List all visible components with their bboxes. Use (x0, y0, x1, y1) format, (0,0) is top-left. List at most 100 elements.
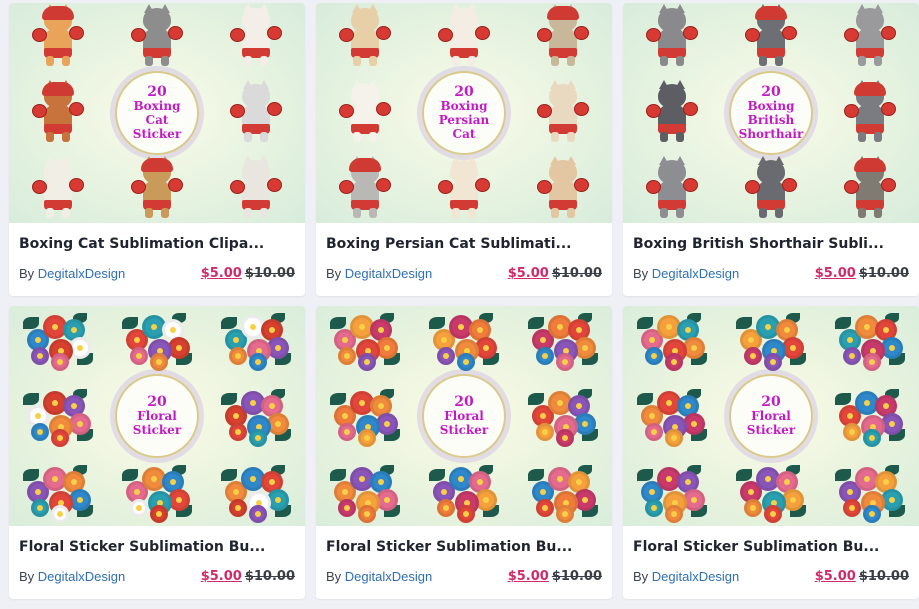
badge-text: 20 (147, 84, 167, 100)
product-title[interactable]: Floral Sticker Sublimation Bu... (326, 537, 602, 557)
boxing-cat-sticker (30, 80, 86, 144)
boxing-cat-sticker (228, 156, 284, 220)
floral-bouquet-sticker (328, 309, 402, 371)
boxing-cat-sticker (337, 80, 393, 144)
seller-line: By DegitalxDesign (633, 266, 739, 281)
product-card[interactable]: 20 Boxing British Shorthair Boxing British S… (623, 3, 919, 296)
badge-text: Cat (145, 113, 169, 127)
original-price: $10.00 (551, 569, 602, 584)
badge-text: Persian (438, 113, 490, 127)
seller-line: By DegitalxDesign (326, 569, 432, 584)
floral-bouquet-sticker (833, 385, 907, 447)
floral-bouquet-sticker (219, 461, 293, 523)
floral-bouquet-sticker (427, 461, 501, 523)
floral-bouquet-sticker (21, 461, 95, 523)
product-thumbnail[interactable]: 20 Floral Sticker (9, 306, 305, 526)
product-title[interactable]: Floral Sticker Sublimation Bu... (19, 537, 295, 557)
seller-link[interactable]: DegitalxDesign (345, 266, 432, 281)
price-group: $5.00 $10.00 (508, 569, 602, 584)
product-card[interactable]: 20 Floral Sticker Floral Sticker Sublimatio… (316, 306, 612, 599)
badge-text: Sticker (132, 127, 182, 141)
seller-link[interactable]: DegitalxDesign (345, 569, 432, 584)
product-thumbnail[interactable]: 20 Boxing Persian Cat (316, 3, 612, 223)
product-card[interactable]: 20 Boxing Persian Cat Boxing Persian Cat Sub… (316, 3, 612, 296)
original-price: $10.00 (858, 266, 909, 281)
floral-bouquet-sticker (328, 461, 402, 523)
product-card[interactable]: 20 Boxing Cat Sticker Boxing Cat Sublimation… (9, 3, 305, 296)
price-group: $5.00 $10.00 (815, 569, 909, 584)
by-label: By (633, 266, 649, 281)
price-group: $5.00 $10.00 (201, 569, 295, 584)
by-label: By (19, 266, 35, 281)
product-title[interactable]: Floral Sticker Sublimation Bu... (633, 537, 909, 557)
product-meta: By DegitalxDesign $5.00 $10.00 (19, 266, 295, 281)
product-thumbnail[interactable]: 20 Boxing British Shorthair (623, 3, 919, 223)
badge-text: Sticker (439, 423, 489, 437)
floral-bouquet-sticker (635, 461, 709, 523)
sale-price: $5.00 (507, 266, 549, 281)
product-card[interactable]: 20 Floral Sticker Floral Sticker Sublimatio… (9, 306, 305, 599)
boxing-cat-sticker (436, 156, 492, 220)
product-meta: By DegitalxDesign $5.00 $10.00 (633, 569, 909, 584)
sale-price: $5.00 (200, 569, 242, 584)
boxing-cat-sticker (436, 4, 492, 68)
sale-price: $5.00 (200, 266, 242, 281)
product-badge: 20 Floral Sticker (114, 374, 199, 458)
seller-link[interactable]: DegitalxDesign (38, 569, 125, 584)
floral-bouquet-sticker (833, 461, 907, 523)
badge-text: Sticker (132, 423, 182, 437)
product-card[interactable]: 20 Floral Sticker Floral Sticker Sublimatio… (623, 306, 919, 599)
badge-text: 20 (454, 394, 474, 410)
product-meta: By DegitalxDesign $5.00 $10.00 (633, 266, 909, 281)
product-info: Floral Sticker Sublimation Bu... By Degit… (623, 526, 919, 584)
floral-bouquet-sticker (734, 309, 808, 371)
floral-bouquet-sticker (635, 385, 709, 447)
by-label: By (19, 569, 35, 584)
badge-text: Shorthair (738, 127, 804, 141)
original-price: $10.00 (244, 266, 295, 281)
product-title[interactable]: Boxing Cat Sublimation Clipa... (19, 234, 295, 254)
product-thumbnail[interactable]: 20 Boxing Cat Sticker (9, 3, 305, 223)
product-thumbnail[interactable]: 20 Floral Sticker (623, 306, 919, 526)
price-group: $5.00 $10.00 (815, 266, 909, 281)
floral-bouquet-sticker (120, 461, 194, 523)
boxing-cat-sticker (228, 4, 284, 68)
badge-text: 20 (454, 84, 474, 100)
boxing-cat-sticker (535, 4, 591, 68)
boxing-cat-sticker (535, 156, 591, 220)
floral-bouquet-sticker (427, 309, 501, 371)
sale-price: $5.00 (814, 569, 856, 584)
boxing-cat-sticker (337, 156, 393, 220)
badge-text: Floral (751, 409, 791, 423)
boxing-cat-sticker (129, 156, 185, 220)
seller-link[interactable]: DegitalxDesign (38, 266, 125, 281)
badge-text: 20 (147, 394, 167, 410)
floral-bouquet-sticker (219, 309, 293, 371)
seller-link[interactable]: DegitalxDesign (652, 266, 739, 281)
seller-line: By DegitalxDesign (633, 569, 739, 584)
badge-text: 20 (761, 394, 781, 410)
product-thumbnail[interactable]: 20 Floral Sticker (316, 306, 612, 526)
by-label: By (326, 569, 342, 584)
product-title[interactable]: Boxing British Shorthair Subli... (633, 234, 909, 254)
boxing-cat-sticker (644, 156, 700, 220)
badge-text: Boxing (133, 99, 181, 113)
sale-price: $5.00 (507, 569, 549, 584)
product-info: Boxing Persian Cat Sublimati... By Degita… (316, 223, 612, 281)
boxing-cat-sticker (842, 156, 898, 220)
by-label: By (326, 266, 342, 281)
floral-bouquet-sticker (21, 385, 95, 447)
floral-bouquet-sticker (526, 385, 600, 447)
product-badge: 20 Boxing Persian Cat (421, 71, 506, 155)
seller-link[interactable]: DegitalxDesign (652, 569, 739, 584)
badge-text: Sticker (746, 423, 796, 437)
badge-text: Boxing (440, 99, 488, 113)
seller-line: By DegitalxDesign (19, 569, 125, 584)
badge-text: Cat (452, 127, 476, 141)
product-info: Boxing Cat Sublimation Clipa... By Degita… (9, 223, 305, 281)
badge-text: Floral (444, 409, 484, 423)
seller-line: By DegitalxDesign (326, 266, 432, 281)
product-grid: 20 Boxing Cat Sticker Boxing Cat Sublimation… (9, 3, 919, 599)
boxing-cat-sticker (228, 80, 284, 144)
product-title[interactable]: Boxing Persian Cat Sublimati... (326, 234, 602, 254)
